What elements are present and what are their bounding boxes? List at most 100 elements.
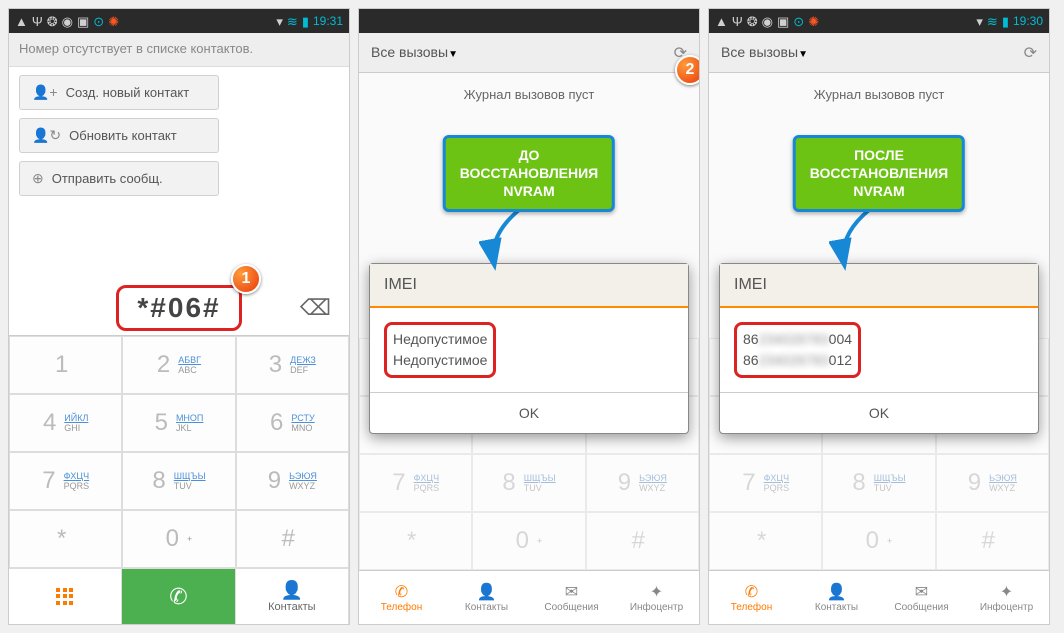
tab-Телефон[interactable]: ✆Телефон [359, 570, 444, 624]
status-bar: ▲ Ψ ❂ ◉ ▣ ⊙ ✺ ▾ ≋ ▮ 19:31 [9, 9, 349, 33]
imei-dialog-content: Недопустимое Недопустимое [370, 308, 688, 392]
signal-icon: ▾ [276, 15, 283, 28]
tab-label: Инфоцентр [980, 602, 1033, 613]
key-#[interactable]: # [586, 512, 699, 570]
battery-icon: ▮ [302, 15, 309, 28]
chip-label: Обновить контакт [69, 128, 177, 143]
tab-label: Сообщения [544, 602, 598, 613]
backspace-icon[interactable]: ⌫ [300, 295, 331, 321]
phone-icon: ✆ [169, 584, 187, 610]
phone-screen-1: ▲ Ψ ❂ ◉ ▣ ⊙ ✺ ▾ ≋ ▮ 19:31 Номер отсутств… [8, 8, 350, 625]
chevron-down-icon: ▼ [798, 49, 808, 60]
tab-label: Сообщения [894, 602, 948, 613]
dialpad-tab[interactable] [9, 568, 122, 624]
key-0[interactable]: 0+ [822, 512, 935, 570]
clock: 19:31 [313, 14, 343, 28]
app-icon: ❂ [747, 15, 758, 28]
dialpad-icon [56, 588, 74, 606]
bottom-tabs: ✆Телефон👤Контакты✉Сообщения✦Инфоцентр [709, 570, 1049, 624]
imei-dialog-content: 86234026783004 86234026783012 [720, 308, 1038, 392]
status-bar [359, 9, 699, 33]
key-8[interactable]: 8ШЩЪЫTUV [472, 454, 585, 512]
dial-code: *#06# [116, 285, 241, 331]
key-*[interactable]: * [9, 510, 122, 568]
header-label[interactable]: Все вызовы [371, 44, 448, 60]
menu-icon[interactable]: ⟳ [1024, 43, 1037, 63]
tab-icon: 👤 [477, 582, 497, 602]
key-8[interactable]: 8ШЩЪЫTUV [122, 452, 235, 510]
create-contact-button[interactable]: 👤+ Созд. новый контакт [19, 75, 219, 110]
key-9[interactable]: 9ЬЭЮЯWXYZ [236, 452, 349, 510]
key-0[interactable]: 0+ [122, 510, 235, 568]
tab-icon: ✆ [395, 582, 408, 602]
phone-screen-3: ▲ Ψ ❂ ◉ ▣ ⊙ ✺ ▾ ≋ ▮ 19:30 Все вызовы▼ ⟳ … [708, 8, 1050, 625]
calls-header: Все вызовы▼ ⟳ [709, 33, 1049, 73]
key-#[interactable]: # [936, 512, 1049, 570]
key-7[interactable]: 7ФХЦЧPQRS [709, 454, 822, 512]
imei-value-2: 86234026783012 [743, 352, 852, 368]
phone-screen-2: Все вызовы▼ ⟳ Журнал вызовов пуст 2 ДОВО… [358, 8, 700, 625]
key-#[interactable]: # [236, 510, 349, 568]
dial-display: *#06# ⌫ 1 [9, 280, 349, 336]
ok-button[interactable]: OK [370, 392, 688, 433]
tab-icon: ✉ [915, 582, 928, 602]
wifi-icon: ≋ [287, 15, 298, 28]
status-bar: ▲ Ψ ❂ ◉ ▣ ⊙ ✺ ▾ ≋ ▮ 19:30 [709, 9, 1049, 33]
key-0[interactable]: 0+ [472, 512, 585, 570]
tab-label: Контакты [268, 601, 316, 613]
key-9[interactable]: 9ЬЭЮЯWXYZ [586, 454, 699, 512]
tab-icon: ✆ [745, 582, 758, 602]
key-7[interactable]: 7ФХЦЧPQRS [359, 454, 472, 512]
warning-icon: ▲ [715, 15, 728, 28]
key-7[interactable]: 7ФХЦЧPQRS [9, 452, 122, 510]
chip-label: Отправить сообщ. [52, 171, 163, 186]
tab-Контакты[interactable]: 👤Контакты [444, 570, 529, 624]
tab-icon: ✦ [1000, 582, 1013, 602]
key-6[interactable]: 6РСТУMNO [236, 394, 349, 452]
key-2[interactable]: 2АБВГABC [122, 336, 235, 394]
imei-values-highlight: 86234026783004 86234026783012 [734, 322, 861, 378]
usb-icon: Ψ [32, 15, 43, 28]
image-icon: ▣ [77, 15, 89, 28]
key-*[interactable]: * [709, 512, 822, 570]
imei-value-2: Недопустимое [393, 352, 487, 368]
chip-label: Созд. новый контакт [66, 85, 190, 100]
key-*[interactable]: * [359, 512, 472, 570]
sync-icon: ◉ [62, 15, 73, 28]
tab-label: Инфоцентр [630, 602, 683, 613]
tab-Контакты[interactable]: 👤Контакты [794, 570, 879, 624]
tab-icon: ✦ [650, 582, 663, 602]
keypad: 12АБВГABC3ДЕЖЗDEF 4ИЙКЛGHI5МНОПJKL6РСТУMN… [9, 336, 349, 568]
step-marker-1: 1 [231, 264, 261, 294]
key-8[interactable]: 8ШЩЪЫTUV [822, 454, 935, 512]
key-3[interactable]: 3ДЕЖЗDEF [236, 336, 349, 394]
key-5[interactable]: 5МНОПJKL [122, 394, 235, 452]
tab-Инфоцентр[interactable]: ✦Инфоцентр [964, 570, 1049, 624]
image-icon: ▣ [777, 15, 789, 28]
circle-icon: ⊙ [93, 15, 104, 28]
arrow-icon [479, 205, 539, 275]
signal-icon: ▾ [976, 15, 983, 28]
calls-header: Все вызовы▼ ⟳ [359, 33, 699, 73]
contacts-tab[interactable]: 👤 Контакты [236, 568, 349, 624]
app-icon: ❂ [47, 15, 58, 28]
key-1[interactable]: 1 [9, 336, 122, 394]
ok-button[interactable]: OK [720, 392, 1038, 433]
clock: 19:30 [1013, 14, 1043, 28]
key-4[interactable]: 4ИЙКЛGHI [9, 394, 122, 452]
tab-Сообщения[interactable]: ✉Сообщения [529, 570, 614, 624]
tab-label: Контакты [465, 602, 508, 613]
header-label[interactable]: Все вызовы [721, 44, 798, 60]
contact-actions: 👤+ Созд. новый контакт 👤↻ Обновить конта… [9, 67, 349, 212]
tab-Сообщения[interactable]: ✉Сообщения [879, 570, 964, 624]
call-button[interactable]: ✆ [122, 568, 235, 624]
person-plus-icon: 👤+ [32, 84, 58, 101]
imei-dialog: IMEI Недопустимое Недопустимое OK [369, 263, 689, 434]
update-contact-button[interactable]: 👤↻ Обновить контакт [19, 118, 219, 153]
key-9[interactable]: 9ЬЭЮЯWXYZ [936, 454, 1049, 512]
empty-call-log: Журнал вызовов пуст [709, 73, 1049, 116]
tab-Телефон[interactable]: ✆Телефон [709, 570, 794, 624]
send-message-button[interactable]: ⊕ Отправить сообщ. [19, 161, 219, 196]
after-nvram-callout: ПОСЛЕВОССТАНОВЛЕНИЯNVRAM [793, 135, 965, 212]
tab-Инфоцентр[interactable]: ✦Инфоцентр [614, 570, 699, 624]
